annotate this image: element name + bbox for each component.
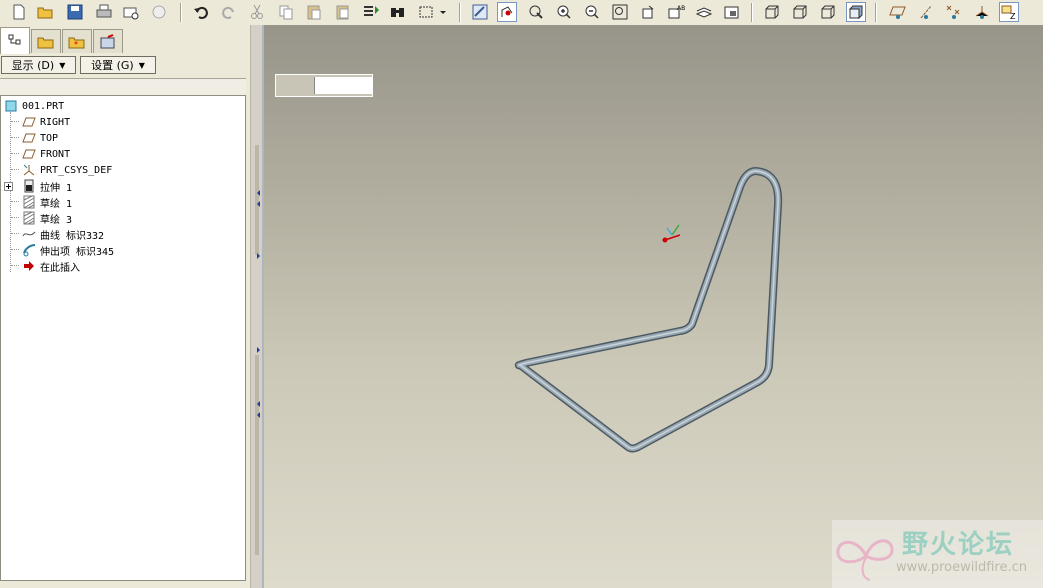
tree-item-sketch-3[interactable]: 草绘 3 [21,210,72,226]
dropdown-icon[interactable] [437,2,449,22]
datum-planes-icon[interactable] [888,2,908,22]
view-manager-icon[interactable] [722,2,742,22]
folder-tab[interactable] [31,29,61,53]
no-hidden-icon[interactable] [818,2,838,22]
wireframe-icon[interactable] [762,2,782,22]
extrude-icon [21,179,37,193]
sketch-icon [21,195,37,209]
csys-icon[interactable] [972,2,992,22]
reorient-icon[interactable] [638,2,658,22]
chevron-down-icon: ▼ [59,60,66,70]
graphics-window[interactable]: 野火论坛 www.proewildfire.cn [264,25,1043,588]
part-icon [3,99,19,113]
orient-icon[interactable] [526,2,546,22]
sketch-icon [21,211,37,225]
new-icon[interactable] [9,2,29,22]
redo-icon[interactable] [219,2,239,22]
shading-icon[interactable] [846,2,866,22]
select-box-icon[interactable] [416,2,436,22]
svg-text:Z: Z [1010,12,1016,20]
csys-icon [21,163,37,177]
cut-icon[interactable] [247,2,267,22]
connections-tab[interactable] [93,29,123,53]
watermark-url: www.proewildfire.cn [896,560,1027,575]
tree-buttons: 显示 (D) ▼ 设置 (G) ▼ [0,55,250,75]
chevron-down-icon: ▼ [138,60,145,70]
repaint-icon[interactable] [470,2,490,22]
tree-item-top[interactable]: TOP [21,130,58,146]
tree-header [0,78,246,96]
undo-icon[interactable] [191,2,211,22]
layers-icon[interactable] [694,2,714,22]
datum-plane-icon [21,115,37,129]
panel-splitter[interactable] [250,25,265,588]
show-menu-button[interactable]: 显示 (D) ▼ [1,56,76,74]
insert-here-icon [21,259,37,273]
expand-toggle[interactable] [4,178,13,194]
tree-item-insert-here[interactable]: 在此插入 [21,258,80,274]
open-icon[interactable] [36,2,56,22]
favorites-tab[interactable]: * [62,29,92,53]
tube-model [514,167,783,453]
tree-item-csys[interactable]: PRT_CSYS_DEF [21,162,112,178]
tree-item-sweep[interactable]: 伸出项 标识345 [21,242,114,258]
tree-item-right[interactable]: RIGHT [21,114,70,130]
model-view [514,167,783,453]
datum-points-icon[interactable] [944,2,964,22]
print-icon[interactable] [94,2,114,22]
main-toolbar: AB Z [0,0,1043,26]
settings-menu-button[interactable]: 设置 (G) ▼ [80,56,156,74]
butterfly-logo-icon [836,539,894,581]
send-icon[interactable] [149,2,169,22]
svg-text:AB: AB [677,5,685,12]
regenerate-icon[interactable] [361,2,381,22]
paste-special-icon[interactable] [333,2,353,22]
watermark-title: 野火论坛 [902,530,1015,560]
copy-icon[interactable] [276,2,296,22]
annotations-icon[interactable]: Z [999,2,1019,22]
find-icon[interactable] [388,2,408,22]
email-icon[interactable] [121,2,141,22]
model-tree-tab[interactable] [0,27,30,54]
datum-axes-icon[interactable] [916,2,936,22]
datum-plane-icon [21,131,37,145]
csys-triad [662,224,681,243]
tree-root[interactable]: 001.PRT [3,98,64,114]
svg-text:*: * [74,40,78,49]
fit-icon[interactable] [610,2,630,22]
navigator-panel: * 显示 (D) ▼ 设置 (G) ▼ 001.PRT RIGHT TOP FRON… [0,25,250,588]
zoom-in-icon[interactable] [554,2,574,22]
zoom-out-icon[interactable] [582,2,602,22]
spin-center-icon[interactable] [497,2,517,22]
curve-icon [21,227,37,241]
paste-icon[interactable] [304,2,324,22]
tree-item-curve[interactable]: 曲线 标识332 [21,226,104,242]
hidden-line-icon[interactable] [790,2,810,22]
saved-views-icon[interactable]: AB [666,2,686,22]
tree-item-sketch-1[interactable]: 草绘 1 [21,194,72,210]
save-icon[interactable] [65,2,85,22]
navigator-tabs: * [0,27,250,54]
datum-plane-icon [21,147,37,161]
tree-item-extrude[interactable]: 拉伸 1 [21,178,72,194]
sweep-icon [21,243,37,257]
watermark: 野火论坛 www.proewildfire.cn [832,520,1043,588]
tree-item-front[interactable]: FRONT [21,146,70,162]
model-tree: 001.PRT RIGHT TOP FRONT PRT_CSYS_DEF 拉伸 … [0,95,246,581]
